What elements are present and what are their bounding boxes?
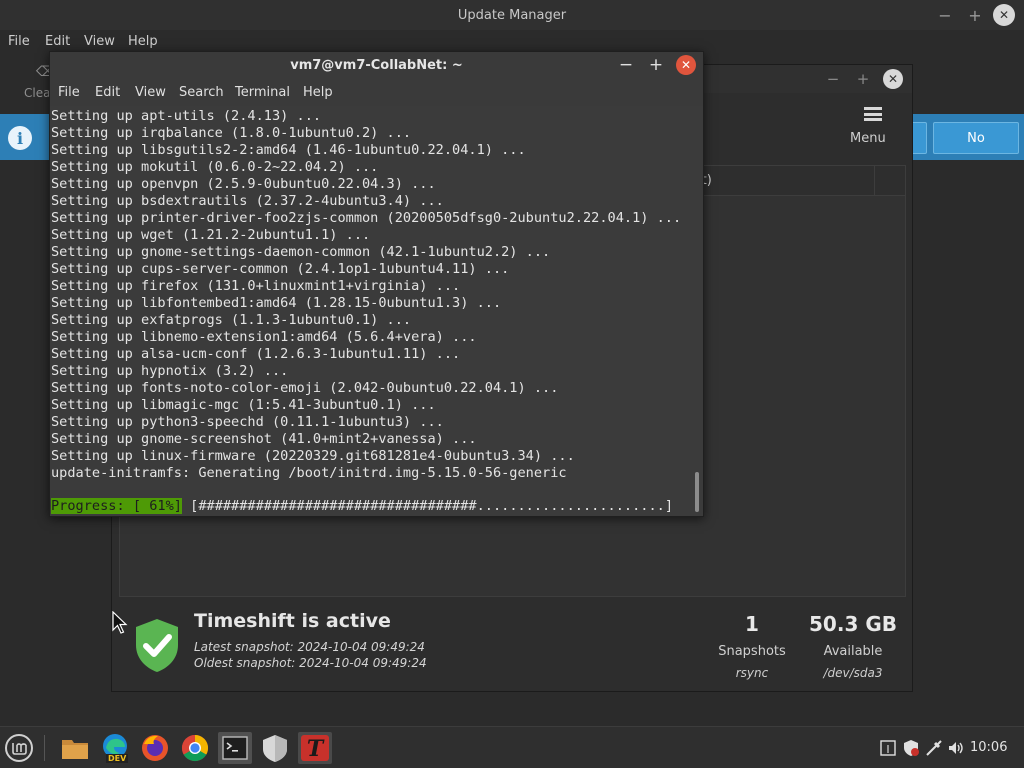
minimize-button[interactable]: −: [934, 4, 956, 26]
hamburger-icon: [864, 107, 882, 121]
progress-bar: [##################################.....…: [181, 498, 674, 514]
menu-terminal[interactable]: Terminal: [235, 85, 290, 100]
terminal-line: Setting up alsa-ucm-conf (1.2.6.3-1ubunt…: [51, 346, 461, 362]
update-manager-titlebar: Update Manager − + ✕: [0, 0, 1024, 30]
progress-label: Progress: [ 61%]: [51, 498, 182, 514]
menu-file[interactable]: File: [8, 34, 30, 49]
terminal-line: Setting up mokutil (0.6.0-2~22.04.2) ...: [51, 159, 379, 175]
terminal-line: Setting up libfontembed1:amd64 (1.28.15-…: [51, 295, 502, 311]
available-device: /dev/sda3: [823, 666, 883, 680]
clear-label: Clea: [24, 86, 51, 100]
terminal-line: update-initramfs: Generating /boot/initr…: [51, 465, 567, 481]
chrome-icon[interactable]: [178, 732, 212, 764]
terminal-menubar: File Edit View Search Terminal Help: [50, 78, 703, 106]
terminal-output[interactable]: Setting up apt-utils (2.4.13) ... Setting…: [50, 106, 703, 516]
svg-text:T: T: [307, 736, 325, 762]
menu-edit[interactable]: Edit: [45, 34, 70, 49]
terminal-line: Setting up wget (1.21.2-2ubuntu1.1) ...: [51, 227, 371, 243]
mint-menu-icon[interactable]: [2, 732, 36, 764]
shield-check-icon: [136, 619, 178, 672]
edge-dev-badge: DEV: [106, 754, 129, 763]
available-label: Available: [823, 644, 883, 659]
terminal-line: Setting up firefox (131.0+linuxmint1+vir…: [51, 278, 461, 294]
snapshots-label: Snapshots: [718, 644, 786, 659]
latest-snapshot: Latest snapshot: 2024-10-04 09:49:24: [194, 640, 425, 654]
terminal-line: Setting up cups-server-common (2.4.1op1-…: [51, 261, 510, 277]
menu-view[interactable]: View: [84, 34, 115, 49]
edge-dev-icon[interactable]: DEV: [98, 732, 132, 764]
menu-file[interactable]: File: [58, 85, 80, 100]
terminal-line: Setting up printer-driver-foo2zjs-common…: [51, 210, 682, 226]
files-icon[interactable]: [58, 732, 92, 764]
firefox-icon[interactable]: [138, 732, 172, 764]
scrollbar[interactable]: [695, 472, 699, 512]
menu-label: Menu: [850, 131, 886, 146]
taskbar-separator: [44, 735, 45, 761]
terminal-line: Setting up gnome-settings-daemon-common …: [51, 244, 551, 260]
terminal-line: Setting up apt-utils (2.4.13) ...: [51, 108, 322, 124]
menu-search[interactable]: Search: [179, 85, 224, 100]
shield-icon[interactable]: [258, 732, 292, 764]
network-tray-icon[interactable]: [925, 739, 943, 757]
terminal-icon[interactable]: [218, 732, 252, 764]
security-tray-icon[interactable]: [902, 739, 920, 757]
progress-line: Progress: [ 61%] [######################…: [51, 498, 673, 515]
menu-edit[interactable]: Edit: [95, 85, 120, 100]
minimize-button[interactable]: −: [823, 69, 843, 89]
close-button[interactable]: ✕: [676, 55, 696, 75]
terminal-line: Setting up libnemo-extension1:amd64 (5.6…: [51, 329, 477, 345]
keyboard-indicator-icon[interactable]: I: [879, 739, 897, 757]
menu-help[interactable]: Help: [128, 34, 158, 49]
terminal-line: Setting up libsgutils2-2:amd64 (1.46-1ub…: [51, 142, 526, 158]
menu-button[interactable]: Menu: [842, 101, 912, 151]
terminal-titlebar[interactable]: vm7@vm7-CollabNet: ~ − + ✕: [50, 52, 703, 78]
timeshift-icon[interactable]: T: [298, 732, 332, 764]
volume-icon[interactable]: [947, 739, 965, 757]
terminal-line: Setting up exfatprogs (1.1.3-1ubuntu0.1)…: [51, 312, 412, 328]
no-button[interactable]: No: [933, 122, 1019, 154]
menu-view[interactable]: View: [135, 85, 166, 100]
terminal-line: Setting up fonts-noto-color-emoji (2.042…: [51, 380, 559, 396]
column-separator: [874, 166, 875, 196]
svg-text:I: I: [886, 743, 889, 756]
terminal-title: vm7@vm7-CollabNet: ~: [290, 57, 463, 73]
status-panel: Timeshift is active Latest snapshot: 202…: [112, 600, 912, 690]
maximize-button[interactable]: +: [964, 4, 986, 26]
terminal-line: Setting up libmagic-mgc (1:5.41-3ubuntu0…: [51, 397, 436, 413]
oldest-snapshot: Oldest snapshot: 2024-10-04 09:49:24: [194, 656, 427, 670]
window-title: Update Manager: [457, 7, 567, 23]
terminal-line: Setting up irqbalance (1.8.0-1ubuntu0.2)…: [51, 125, 412, 141]
terminal-line: Setting up gnome-screenshot (41.0+mint2+…: [51, 431, 477, 447]
status-title: Timeshift is active: [194, 610, 391, 632]
clock[interactable]: 10:06: [970, 740, 1007, 755]
terminal-line: Setting up hypnotix (3.2) ...: [51, 363, 289, 379]
maximize-button[interactable]: +: [853, 69, 873, 89]
mouse-pointer-icon: [112, 611, 128, 634]
info-icon: i: [8, 126, 32, 150]
terminal-line: Setting up openvpn (2.5.9-0ubuntu0.22.04…: [51, 176, 436, 192]
menu-help[interactable]: Help: [303, 85, 333, 100]
terminal-line: Setting up linux-firmware (20220329.git6…: [51, 448, 575, 464]
minimize-button[interactable]: −: [616, 55, 636, 75]
close-button[interactable]: ✕: [883, 69, 903, 89]
available-size: 50.3 GB: [809, 612, 897, 636]
close-button[interactable]: ✕: [993, 4, 1015, 26]
taskbar: DEV T I 10:06: [0, 726, 1024, 768]
terminal-line: Setting up bsdextrautils (2.37.2-4ubuntu…: [51, 193, 444, 209]
terminal-window: vm7@vm7-CollabNet: ~ − + ✕ File Edit Vie…: [49, 51, 704, 517]
snapshots-type: rsync: [735, 666, 769, 680]
terminal-line: Setting up python3-speechd (0.11.1-1ubun…: [51, 414, 444, 430]
maximize-button[interactable]: +: [646, 55, 666, 75]
snapshots-count: 1: [745, 612, 759, 636]
terminal-lines: Setting up apt-utils (2.4.13) ... Setting…: [51, 108, 681, 482]
